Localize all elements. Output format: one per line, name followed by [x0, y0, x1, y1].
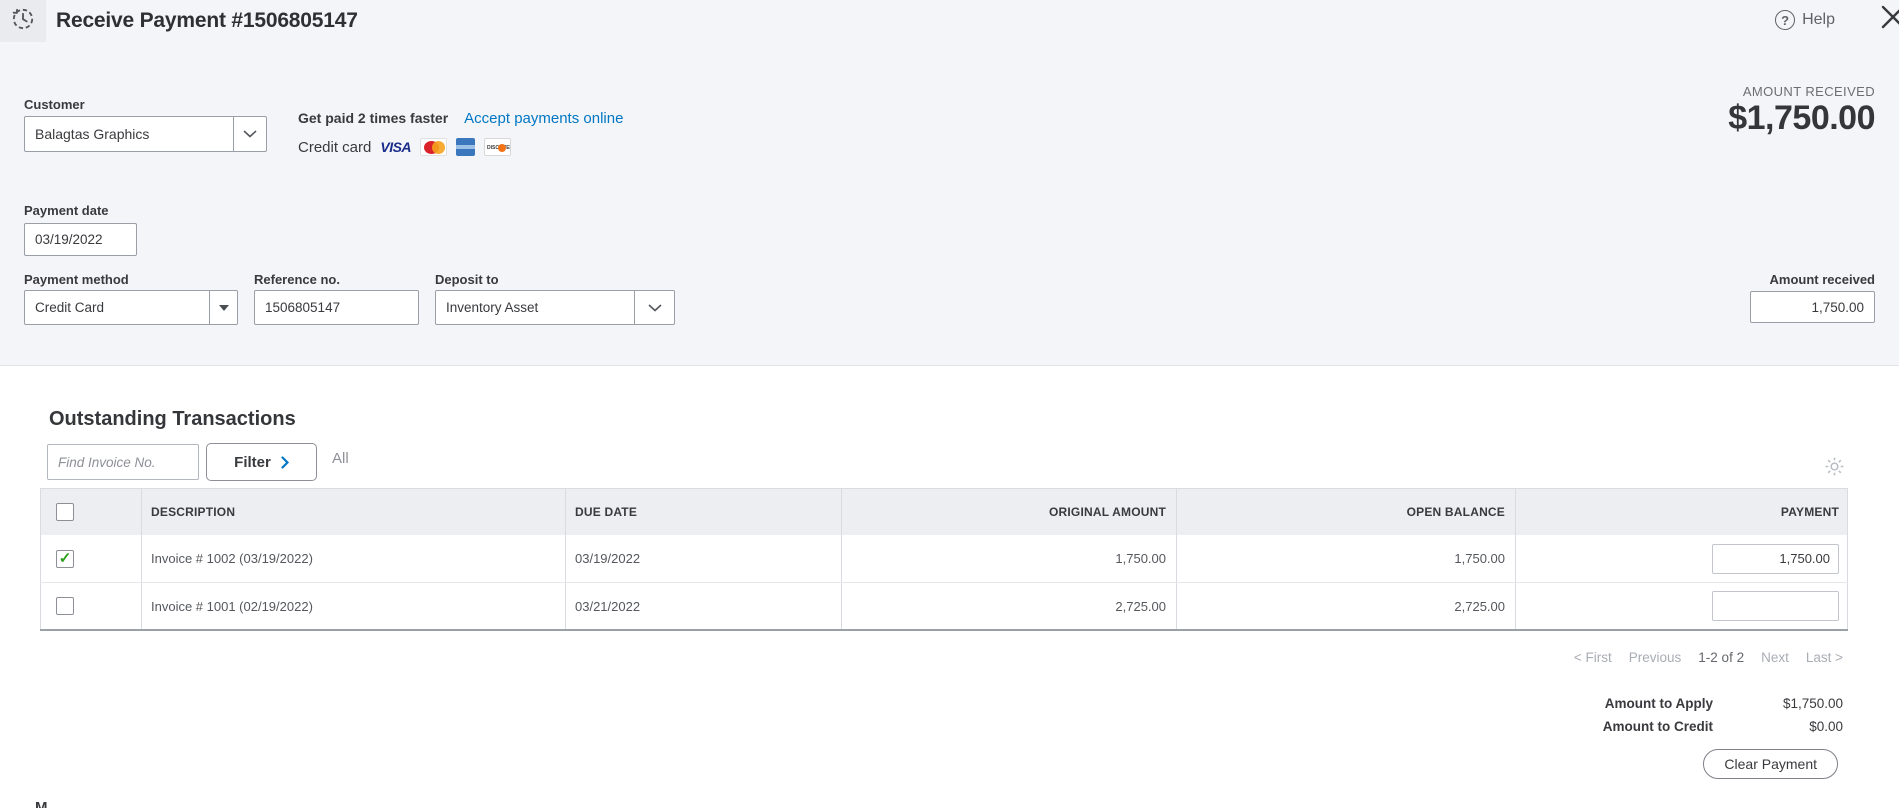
amount-to-credit-row: Amount to Credit $0.00 [1603, 719, 1843, 734]
col-payment: PAYMENT [1515, 489, 1848, 535]
col-open-balance: OPEN BALANCE [1176, 489, 1515, 535]
row-description: Invoice # 1001 (02/19/2022) [141, 583, 565, 629]
discover-logo-icon: DISCOVER [484, 138, 512, 156]
amount-received-total: $1,750.00 [1728, 99, 1875, 137]
deposit-to-label: Deposit to [435, 272, 499, 287]
pagination-previous[interactable]: Previous [1629, 650, 1682, 665]
gear-icon[interactable] [1824, 456, 1845, 482]
row-description: Invoice # 1002 (03/19/2022) [141, 535, 565, 582]
amount-to-credit-label: Amount to Credit [1602, 719, 1713, 734]
reference-label: Reference no. [254, 272, 340, 287]
customer-select[interactable]: Balagtas Graphics [24, 116, 267, 152]
row-payment-input[interactable] [1712, 543, 1839, 574]
clear-payment-button[interactable]: Clear Payment [1703, 749, 1838, 779]
payment-date-label: Payment date [24, 203, 109, 218]
row-payment-input[interactable] [1712, 591, 1839, 621]
amount-received-heading: AMOUNT RECEIVED [1742, 84, 1875, 99]
transactions-table: DESCRIPTION DUE DATE ORIGINAL AMOUNT OPE… [40, 488, 1848, 631]
help-label: Help [1802, 11, 1835, 28]
amount-received-field-label: Amount received [1769, 272, 1875, 287]
col-due-date: DUE DATE [565, 489, 841, 535]
customer-label: Customer [24, 97, 85, 112]
promo-line: Get paid 2 times faster Accept payments … [298, 110, 623, 127]
visa-logo-icon: VISA [380, 139, 412, 155]
recent-transactions-button[interactable] [0, 0, 46, 42]
help-button[interactable]: ? Help [1775, 0, 1835, 40]
filter-button[interactable]: Filter [206, 443, 317, 481]
receive-payment-window: Receive Payment #1506805147 ? Help Custo… [0, 0, 1899, 808]
row-original-amount: 2,725.00 [841, 583, 1176, 629]
mastercard-logo-icon [420, 138, 448, 156]
row-due-date: 03/21/2022 [565, 583, 841, 629]
chevron-down-icon[interactable] [634, 291, 674, 324]
clock-history-icon [10, 6, 36, 37]
row-due-date: 03/19/2022 [565, 535, 841, 582]
help-icon: ? [1775, 10, 1796, 30]
payment-method-value: Credit Card [35, 300, 105, 315]
filter-scope-label: All [332, 450, 349, 467]
amount-received-input[interactable] [1750, 291, 1875, 323]
row-open-balance: 2,725.00 [1176, 583, 1515, 629]
table-row: Invoice # 1001 (02/19/2022) 03/21/2022 2… [40, 583, 1848, 631]
page-title: Receive Payment #1506805147 [56, 9, 358, 32]
credit-card-label: Credit card [298, 138, 372, 156]
close-icon[interactable] [1878, 2, 1899, 37]
payment-method-label: Payment method [24, 272, 129, 287]
customer-value: Balagtas Graphics [35, 126, 150, 142]
pagination-next[interactable]: Next [1761, 650, 1789, 665]
payment-date-input[interactable] [24, 223, 137, 256]
deposit-to-value: Inventory Asset [446, 300, 539, 315]
row-original-amount: 1,750.00 [841, 535, 1176, 582]
accept-payments-link[interactable]: Accept payments online [464, 110, 623, 127]
amount-to-apply-value: $1,750.00 [1782, 696, 1843, 711]
reference-input[interactable] [254, 290, 419, 325]
row-open-balance: 1,750.00 [1176, 535, 1515, 582]
payment-method-select[interactable]: Credit Card [24, 290, 238, 325]
select-all-checkbox[interactable] [56, 503, 74, 521]
chevron-right-icon [281, 455, 289, 469]
pagination-last[interactable]: Last > [1806, 650, 1843, 665]
col-description: DESCRIPTION [141, 489, 565, 535]
table-row: Invoice # 1002 (03/19/2022) 03/19/2022 1… [40, 535, 1848, 583]
memo-partial-text: M [35, 799, 48, 808]
promo-text: Get paid 2 times faster [298, 110, 449, 126]
deposit-to-select[interactable]: Inventory Asset [435, 290, 675, 325]
dropdown-triangle-icon[interactable] [209, 291, 237, 324]
amex-logo-icon [456, 138, 476, 156]
credit-card-line: Credit card VISA DISCOVER [298, 138, 512, 156]
outstanding-transactions-heading: Outstanding Transactions [49, 408, 296, 430]
pagination: < First Previous 1-2 of 2 Next Last > [1574, 650, 1843, 665]
row-checkbox[interactable] [56, 597, 74, 615]
amount-to-credit-value: $0.00 [1809, 719, 1843, 734]
amount-to-apply-row: Amount to Apply $1,750.00 [1605, 696, 1843, 711]
chevron-down-icon[interactable] [233, 117, 266, 151]
filter-label: Filter [234, 453, 271, 471]
row-checkbox[interactable] [56, 549, 74, 568]
amount-to-apply-label: Amount to Apply [1604, 696, 1713, 711]
col-original-amount: ORIGINAL AMOUNT [841, 489, 1176, 535]
pagination-first[interactable]: < First [1574, 650, 1612, 665]
table-header-row: DESCRIPTION DUE DATE ORIGINAL AMOUNT OPE… [40, 488, 1848, 535]
pagination-range: 1-2 of 2 [1698, 650, 1745, 665]
find-invoice-input[interactable] [47, 444, 199, 480]
